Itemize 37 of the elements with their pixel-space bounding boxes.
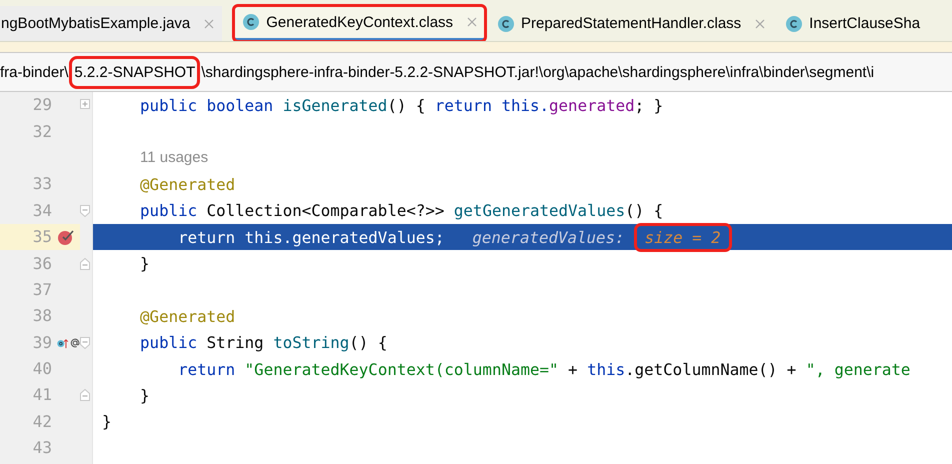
code-line: public String toString() { (139, 333, 388, 352)
code-line: public Collection<Comparable<?>> getGeneratedValues() { (139, 201, 664, 220)
path-text: \shardingsphere-infra-binder-5.2.2-SNAPSHOT.jar!\org\apache\shardingsphere\infra\binder\segment\i (201, 64, 874, 80)
line-number: 37 (32, 278, 52, 301)
editor-tab[interactable]: InsertClauseSha (777, 6, 928, 41)
line-number: 29 (32, 94, 52, 116)
line-number: 35 (0, 224, 52, 250)
line-number: 38 (32, 305, 52, 328)
line-number: 42 (32, 410, 52, 433)
code-line: } (102, 412, 112, 432)
code-line: @Generated (139, 174, 236, 194)
line-number: 36 (32, 252, 52, 275)
class-icon (242, 13, 260, 31)
code-line: return "GeneratedKeyContext(columnName=" + this.getColumnName() + ", generate (177, 360, 910, 379)
line-number: 41 (32, 384, 52, 406)
inline-value: size = 2 (636, 226, 729, 249)
line-number: 39 (32, 332, 52, 354)
code-line: return this.generatedValues; (177, 228, 444, 247)
code-line: } (139, 386, 150, 405)
line-number: 43 (32, 437, 52, 460)
line-number: 34 (32, 200, 52, 222)
close-icon (467, 17, 478, 27)
close-icon (204, 18, 214, 28)
editor-tab[interactable]: ngBootMybatisExample.java (0, 6, 222, 41)
code-line: @Generated (139, 306, 236, 326)
line-number: 33 (32, 173, 52, 196)
code-line: } (139, 254, 150, 274)
close-icon (755, 18, 766, 28)
editor-tab[interactable]: GeneratedKeyContext.class (234, 6, 486, 41)
line-number: 40 (32, 358, 52, 380)
class-icon (785, 14, 804, 32)
class-icon (497, 14, 516, 32)
editor-tab[interactable]: PreparedStatementHandler.class (489, 6, 774, 41)
line-number: 32 (32, 120, 52, 143)
inline-value-label: generatedValues: (472, 228, 625, 247)
code-line: public boolean isGenerated() { return this.generated; } (139, 96, 664, 115)
path-text: fra-binder\ (0, 64, 68, 80)
